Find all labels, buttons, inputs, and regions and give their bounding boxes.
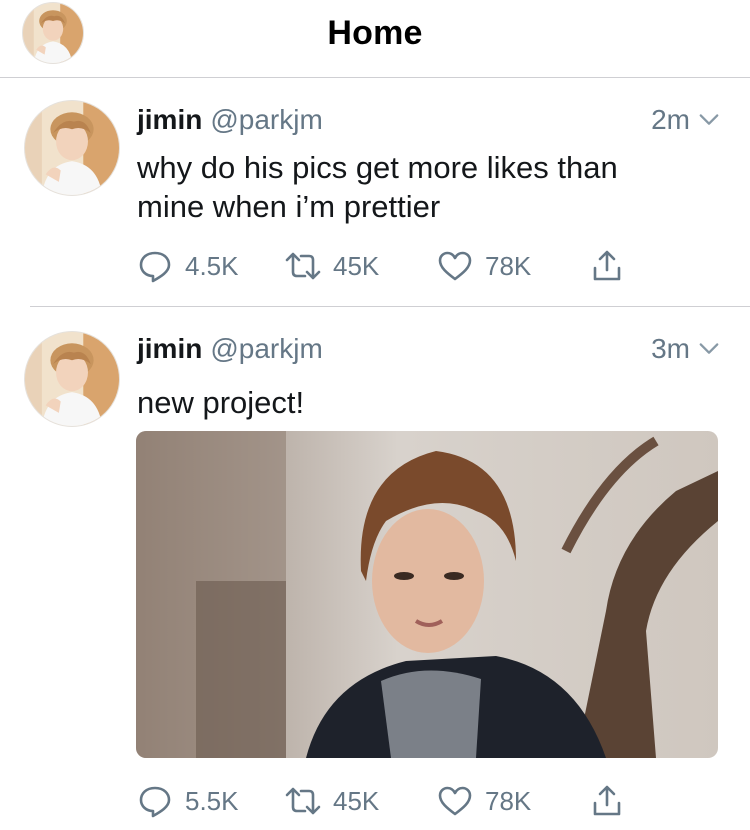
retweet-count: 45K <box>333 250 380 281</box>
chevron-down-icon[interactable] <box>698 338 720 360</box>
page-title: Home <box>327 14 423 52</box>
tweet-time: 3m <box>651 333 720 365</box>
retweet-button[interactable]: 45K <box>285 781 379 821</box>
author-line[interactable]: jimin @parkjm <box>137 104 323 136</box>
like-icon <box>438 786 472 816</box>
reply-count: 4.5K <box>185 250 239 281</box>
timestamp: 2m <box>651 104 690 135</box>
like-count: 78K <box>485 250 532 281</box>
author-line[interactable]: jimin @parkjm <box>137 333 323 365</box>
author-handle[interactable]: @parkjm <box>210 104 322 135</box>
chevron-down-icon[interactable] <box>698 109 720 131</box>
action-bar: 5.5K 45K 78K <box>137 781 637 821</box>
like-count: 78K <box>485 785 532 816</box>
reply-button[interactable]: 5.5K <box>137 781 239 821</box>
avatar-image <box>25 332 119 426</box>
author-name[interactable]: jimin <box>137 333 202 364</box>
like-button[interactable]: 78K <box>437 246 531 286</box>
tweet-photo[interactable] <box>136 431 718 758</box>
retweet-count: 45K <box>333 785 380 816</box>
tweet-avatar[interactable] <box>24 100 120 196</box>
like-button[interactable]: 78K <box>437 781 531 821</box>
share-button[interactable] <box>589 246 637 286</box>
author-name[interactable]: jimin <box>137 104 202 135</box>
tweet[interactable]: jimin @parkjm 2m why do his pics get more… <box>0 78 750 306</box>
tweet-time: 2m <box>651 104 720 136</box>
reply-icon <box>139 251 171 283</box>
author-handle[interactable]: @parkjm <box>210 333 322 364</box>
tweet-text-line: new project! <box>137 385 305 420</box>
reply-button[interactable]: 4.5K <box>137 246 239 286</box>
retweet-icon <box>285 252 321 280</box>
share-icon <box>593 785 621 816</box>
tweet-text-line: mine when i’m prettier <box>137 189 441 224</box>
reply-count: 5.5K <box>185 785 239 816</box>
avatar-image <box>25 101 119 195</box>
tweet-avatar[interactable] <box>24 331 120 427</box>
tweet-text-line: why do his pics get more likes than <box>137 150 618 185</box>
tweet-text: why do his pics get more likes than mine… <box>137 148 717 226</box>
retweet-button[interactable]: 45K <box>285 246 379 286</box>
retweet-icon <box>285 787 321 815</box>
tweet-text: new project! <box>137 383 717 422</box>
share-icon <box>593 250 621 281</box>
share-button[interactable] <box>589 781 637 821</box>
like-icon <box>438 251 472 281</box>
reply-icon <box>139 786 171 818</box>
action-bar: 4.5K 45K 78K <box>137 246 637 286</box>
timestamp: 3m <box>651 333 690 364</box>
photo-image <box>136 431 718 758</box>
top-bar: Home <box>0 0 750 78</box>
